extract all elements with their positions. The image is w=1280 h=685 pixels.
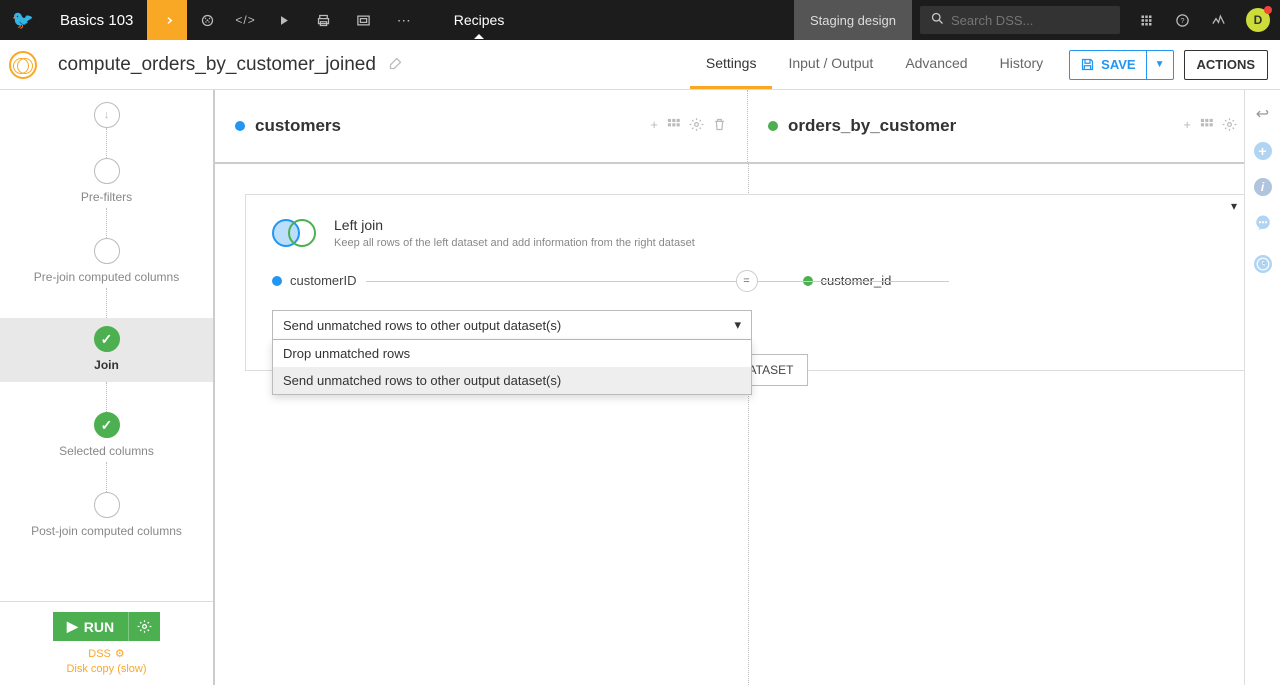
dataset-dot-icon: [768, 121, 778, 131]
recipe-header: compute_orders_by_customer_joined Settin…: [0, 40, 1280, 90]
tab-history[interactable]: History: [984, 40, 1060, 89]
flow-icon[interactable]: [187, 0, 227, 40]
join-type-row[interactable]: Left join Keep all rows of the left data…: [246, 217, 1249, 249]
grid-icon[interactable]: [666, 117, 681, 135]
code-icon[interactable]: </>: [227, 0, 263, 40]
steps-sidebar: ↓ Pre-filters Pre-join computed columns …: [0, 90, 215, 685]
step-prefilters[interactable]: [94, 158, 120, 184]
left-dataset-name: customers: [255, 116, 650, 136]
layout-icon[interactable]: [344, 0, 384, 40]
right-dataset-name: orders_by_customer: [788, 116, 1183, 136]
print-icon[interactable]: [304, 0, 344, 40]
step-join-row[interactable]: ✓ Join: [0, 318, 213, 382]
right-rail: ↩ + i: [1244, 90, 1280, 685]
logo[interactable]: 🐦: [0, 0, 46, 40]
dataset-dot-icon: [235, 121, 245, 131]
header-tabs: Settings Input / Output Advanced History: [690, 40, 1059, 89]
apps-icon[interactable]: [1128, 0, 1164, 40]
recipe-name: compute_orders_by_customer_joined: [46, 54, 376, 76]
step-join: ✓: [94, 326, 120, 352]
join-type-desc: Keep all rows of the left dataset and ad…: [334, 237, 695, 249]
right-dataset-header: orders_by_customer +: [748, 90, 1280, 162]
run-label: RUN: [84, 619, 114, 635]
bird-icon: 🐦: [12, 10, 34, 31]
trash-icon[interactable]: [712, 117, 727, 135]
step-label: Join: [0, 358, 213, 372]
save-button[interactable]: SAVE ▼: [1069, 50, 1173, 80]
join-area: ▾ Left join Keep all rows of the left da…: [215, 164, 1280, 685]
grid-icon[interactable]: [1199, 117, 1214, 135]
select-option[interactable]: Send unmatched rows to other output data…: [273, 367, 751, 394]
select-dropdown: Drop unmatched rows Send unmatched rows …: [272, 340, 752, 395]
rail-chat-icon[interactable]: [1254, 214, 1272, 237]
save-dropdown-icon[interactable]: ▼: [1147, 59, 1173, 70]
gear-icon[interactable]: [689, 117, 704, 135]
save-icon: [1080, 57, 1095, 72]
tab-advanced[interactable]: Advanced: [889, 40, 983, 89]
main-panel: customers + orders_by_customer +: [215, 90, 1280, 685]
run-panel: ▶ RUN DSS⚙ Disk copy (slow): [0, 601, 213, 685]
search-input[interactable]: [951, 13, 1101, 28]
collapse-icon[interactable]: ▾: [1231, 199, 1237, 213]
join-icon: [9, 51, 37, 79]
search-icon: [930, 11, 945, 29]
step-prejoin-columns[interactable]: [94, 238, 120, 264]
step-label: Pre-join computed columns: [34, 270, 179, 284]
recipe-icon: [0, 51, 46, 79]
add-icon[interactable]: +: [1183, 117, 1191, 135]
engine-label[interactable]: DSS⚙: [10, 647, 203, 660]
more-icon[interactable]: ⋯: [384, 0, 424, 40]
join-key-row[interactable]: customerID = customer_id: [246, 273, 1249, 288]
venn-icon: [272, 218, 316, 248]
gear-icon: ⚙: [115, 647, 125, 660]
mode-label[interactable]: Disk copy (slow): [10, 663, 203, 675]
join-type-title: Left join: [334, 217, 695, 233]
actions-button[interactable]: ACTIONS: [1184, 50, 1269, 80]
help-icon[interactable]: ?: [1164, 0, 1200, 40]
breadcrumb-recipes[interactable]: Recipes: [436, 12, 523, 28]
rail-history-icon[interactable]: [1254, 255, 1272, 273]
rail-add-icon[interactable]: +: [1254, 142, 1272, 160]
select-current: Send unmatched rows to other output data…: [283, 318, 561, 333]
user-avatar[interactable]: D: [1246, 8, 1270, 32]
step-selected-columns[interactable]: ✓: [94, 412, 120, 438]
search-box[interactable]: [920, 6, 1120, 34]
left-dataset-header: customers +: [215, 90, 748, 162]
datasets-header: customers + orders_by_customer +: [215, 90, 1280, 164]
add-icon[interactable]: +: [650, 117, 658, 135]
svg-text:?: ?: [1180, 16, 1184, 25]
gear-icon[interactable]: [1222, 117, 1237, 135]
staging-label[interactable]: Staging design: [794, 0, 912, 40]
chevron-down-icon: ▾: [734, 317, 741, 333]
step-label: Pre-filters: [81, 190, 132, 204]
run-button[interactable]: ▶ RUN: [53, 612, 160, 641]
play-icon: ▶: [67, 618, 78, 635]
left-key-name: customerID: [290, 273, 356, 288]
edit-name-icon[interactable]: [388, 56, 403, 74]
equals-icon: =: [736, 270, 758, 292]
rail-info-icon[interactable]: i: [1254, 178, 1272, 196]
step-label: Post-join computed columns: [31, 524, 182, 538]
step-start[interactable]: ↓: [94, 102, 120, 128]
back-icon[interactable]: ↩: [1256, 104, 1269, 124]
arrow-icon: [160, 13, 175, 28]
recipe-type-icon[interactable]: [147, 0, 187, 40]
save-label: SAVE: [1101, 57, 1135, 72]
project-name[interactable]: Basics 103: [46, 12, 147, 29]
key-dot-icon: [272, 276, 282, 286]
select-option[interactable]: Drop unmatched rows: [273, 340, 751, 367]
step-label: Selected columns: [59, 444, 154, 458]
step-postjoin-columns[interactable]: [94, 492, 120, 518]
top-bar: 🐦 Basics 103 </> ⋯ Recipes Staging desig…: [0, 0, 1280, 40]
activity-icon[interactable]: [1200, 0, 1236, 40]
tab-input-output[interactable]: Input / Output: [772, 40, 889, 89]
join-card: ▾ Left join Keep all rows of the left da…: [245, 194, 1250, 371]
play-icon[interactable]: [264, 0, 304, 40]
tab-settings[interactable]: Settings: [690, 40, 773, 89]
run-settings-icon[interactable]: [128, 612, 160, 641]
unmatched-select[interactable]: Send unmatched rows to other output data…: [272, 310, 752, 340]
